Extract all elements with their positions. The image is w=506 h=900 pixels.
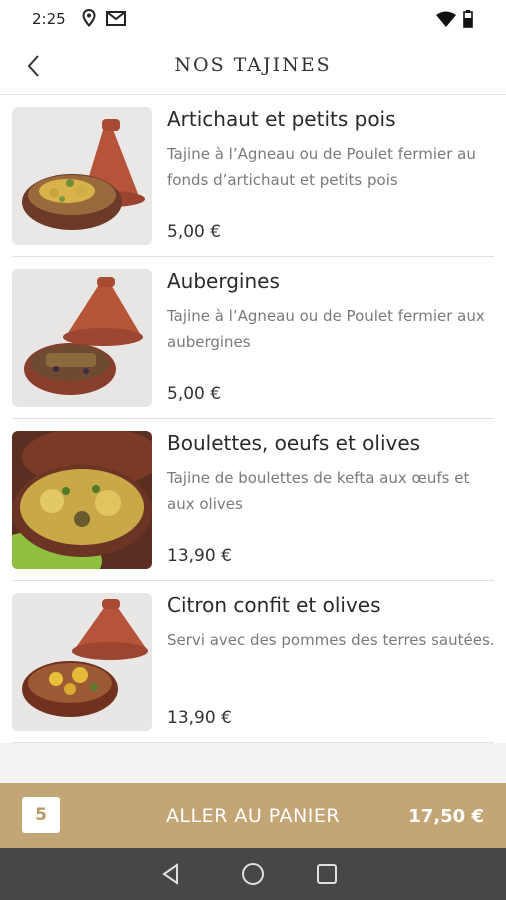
home-circle-icon xyxy=(240,863,266,891)
nav-back-button[interactable] xyxy=(158,861,184,887)
product-price: 5,00 € xyxy=(167,222,222,242)
battery-icon xyxy=(463,10,473,32)
location-icon xyxy=(82,8,96,31)
product-image xyxy=(12,431,152,569)
product-name: Citron confit et olives xyxy=(167,593,381,617)
list-footer-space xyxy=(0,743,506,783)
status-bar: 2:25 xyxy=(0,0,506,40)
product-item[interactable]: Artichaut et petits pois Tajine à l’Agne… xyxy=(12,95,494,257)
header: NOS TAJINES xyxy=(0,40,506,95)
nav-recents-button[interactable] xyxy=(314,861,340,887)
product-item[interactable]: Citron confit et olives Servi avec des p… xyxy=(12,581,495,743)
wifi-icon xyxy=(436,11,456,31)
product-description: Tajine de boulettes de kefta aux œufs et… xyxy=(167,469,470,513)
product-list: Artichaut et petits pois Tajine à l’Agne… xyxy=(0,95,506,743)
product-description: Tajine à l’Agneau ou de Poulet fermier a… xyxy=(167,307,485,351)
nav-home-button[interactable] xyxy=(240,861,266,887)
back-triangle-icon xyxy=(158,863,184,891)
go-to-cart-button[interactable]: 5 ALLER AU PANIER 17,50 € xyxy=(0,783,506,848)
product-image xyxy=(12,269,152,407)
status-time: 2:25 xyxy=(32,10,66,28)
product-image xyxy=(12,107,152,245)
product-description: Servi avec des pommes des terres sautées… xyxy=(167,631,495,649)
gmail-icon xyxy=(106,9,126,31)
product-name: Aubergines xyxy=(167,269,280,293)
product-name: Artichaut et petits pois xyxy=(167,107,396,131)
product-item[interactable]: Aubergines Tajine à l’Agneau ou de Poule… xyxy=(12,257,494,419)
page-title: NOS TAJINES xyxy=(174,54,332,76)
system-nav-bar xyxy=(0,848,506,900)
product-price: 13,90 € xyxy=(167,708,232,728)
recents-square-icon xyxy=(314,864,340,891)
product-image xyxy=(12,593,152,731)
cart-total: 17,50 € xyxy=(408,806,484,827)
product-price: 5,00 € xyxy=(167,384,222,404)
product-name: Boulettes, oeufs et olives xyxy=(167,431,421,455)
product-description: Tajine à l’Agneau ou de Poulet fermier a… xyxy=(167,145,476,189)
product-item[interactable]: Boulettes, oeufs et olives Tajine de bou… xyxy=(12,419,494,581)
product-price: 13,90 € xyxy=(167,546,232,566)
